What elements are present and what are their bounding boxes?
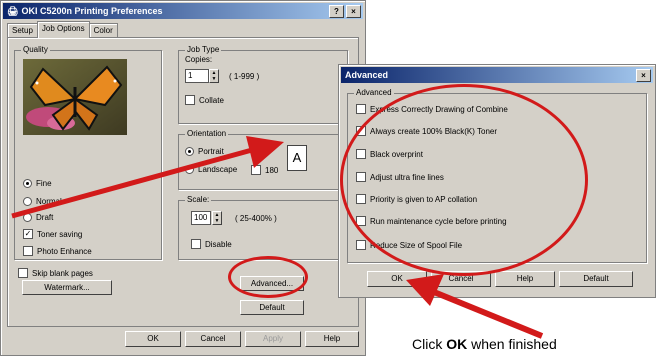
instruction-caption: Click OK when finished [412,336,557,352]
tab-job-options[interactable]: Job Options [36,21,90,38]
annotation-arrows [11,136,544,339]
